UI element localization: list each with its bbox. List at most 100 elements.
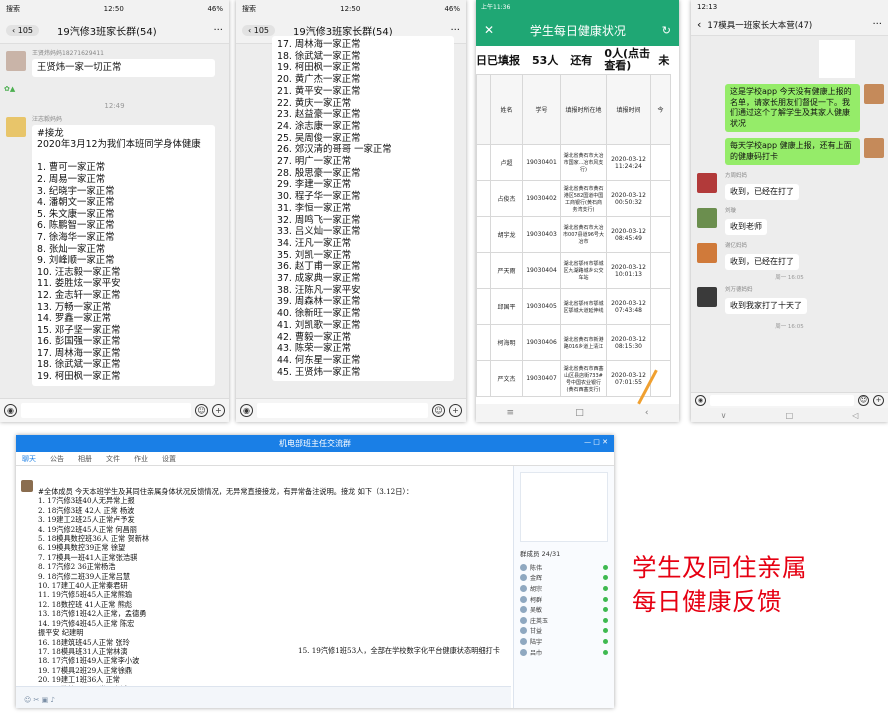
table-row[interactable]: 严文杰 19030407 湖北省黄石市西塞山区县店街733#号中国农业银行(黄石西塞…	[476, 360, 671, 397]
home-icon[interactable]: □	[786, 411, 794, 420]
sender-name: 谢亿妈妈	[725, 243, 748, 249]
tab-item[interactable]: 作业	[134, 454, 148, 464]
chat-body: 17. 周林海一家正常 18. 徐武斌一家正常 19. 柯田枫一家正常 20. …	[236, 36, 466, 398]
chat-bubble[interactable]: #接龙 2020年3月12为我们本班同学身体健康 1. 曹可一家正常 2. 周易…	[32, 124, 215, 386]
chat-body: 王贤炜妈妈18271629411 王贤炜一家一切正常 ✿▲ 12:49 汪志毅妈…	[0, 44, 229, 398]
member-item[interactable]: 柯群	[520, 594, 614, 605]
emoji-icon[interactable]: ☺	[195, 404, 208, 417]
more-icon[interactable]: ···	[872, 19, 882, 30]
table-row[interactable]: 卢超 19030401 湖北省黄石市大冶市国家...冶市风支行) 2020-03-12…	[476, 144, 671, 181]
avatar[interactable]	[6, 116, 26, 137]
online-status-icon	[603, 564, 608, 570]
message-input[interactable]	[21, 403, 191, 418]
tab-item[interactable]: 相册	[78, 454, 92, 464]
member-item[interactable]: 金辉	[520, 573, 614, 584]
name-cell: 邱国平	[490, 288, 523, 325]
plus-icon[interactable]: +	[449, 404, 462, 417]
back-button[interactable]: ‹ 105	[242, 25, 276, 36]
message-input[interactable]	[710, 395, 854, 406]
member-item[interactable]: 吕巾	[520, 647, 614, 658]
more-icon[interactable]: ···	[450, 25, 460, 36]
chat-bubble-self[interactable]: 每天学校app 健康上报，还有上面的健康码打卡	[725, 138, 860, 165]
tab-item[interactable]: 设置	[162, 454, 176, 464]
chat-bubble[interactable]: 17. 周林海一家正常 18. 徐武斌一家正常 19. 柯田枫一家正常 20. …	[272, 36, 454, 382]
table-row[interactable]: 占俊杰 19030402 湖北省黄石市黄石港区582国道中国工商银行(黄石商务湾支行…	[476, 180, 671, 217]
member-item[interactable]: 甘益	[520, 626, 614, 637]
chat-bubble[interactable]: 收到老师	[725, 219, 767, 235]
avatar[interactable]	[21, 480, 33, 492]
menu-icon[interactable]: ∨	[721, 411, 727, 420]
member-item[interactable]: 庄英玉	[520, 615, 614, 626]
emoji-icon[interactable]: ☺	[858, 395, 869, 406]
plus-icon[interactable]: +	[212, 404, 225, 417]
message-area: #全体成员 今天本班学生及其同住亲属身体状况反馈情况，无异常直接接龙，有异常备注…	[16, 475, 511, 686]
member-name: 胡宗	[530, 585, 543, 593]
member-item[interactable]: 陆宇	[520, 636, 614, 647]
chat-bubble-self[interactable]: 这是学校app 今天没有健康上报的名单，请家长朋友们督促一下。我们通过这个了解学…	[725, 84, 860, 132]
place-cell: 湖北省黄石市黄石港区582国道中国工商银行(黄石商务湾支行)	[560, 180, 607, 217]
message-line: 18. 17汽修1班49人正常李小波	[38, 656, 140, 666]
avatar[interactable]	[6, 51, 26, 71]
avatar[interactable]	[697, 173, 717, 193]
avatar[interactable]	[697, 287, 717, 307]
collage: 搜索 12:50 46% ‹ 105 19汽修3班家长群(54) ··· 王贤炜…	[0, 0, 888, 717]
name-cell: 胡宇龙	[490, 216, 523, 253]
back-icon[interactable]: ‹	[697, 18, 701, 31]
back-button[interactable]: ‹ 105	[6, 25, 40, 36]
chat-bubble[interactable]: 收到我家打了十天了	[725, 298, 807, 314]
column-header	[476, 74, 491, 145]
home-icon[interactable]: □	[575, 408, 584, 418]
chat-header: ‹ 105 19汽修3班家长群(54) ···	[0, 18, 229, 44]
refresh-icon[interactable]: ↻	[662, 24, 671, 37]
tab-item[interactable]: 文件	[106, 454, 120, 464]
emoji-icon[interactable]: ☺	[432, 404, 445, 417]
chat-bubble[interactable]: 王贤炜一家一切正常	[32, 59, 215, 77]
time-cell: 2020-03-12 00:50:32	[606, 180, 651, 217]
window-controls[interactable]: — □ ✕	[584, 438, 608, 446]
input-bar: ◉ ☺ +	[0, 398, 229, 422]
more-icon[interactable]: ···	[213, 25, 223, 36]
voice-icon[interactable]: ◉	[4, 404, 17, 417]
status-bar: 搜索 12:50 46%	[236, 0, 466, 18]
caption-line-1: 学生及同住亲属	[632, 553, 807, 582]
tab-item[interactable]: 公告	[50, 454, 64, 464]
input-bar: ◉ ☺ +	[236, 398, 466, 422]
member-avatar	[520, 606, 527, 614]
place-cell: 湖北省鄂州市鄂城区九湖路城乡公交车站	[560, 252, 607, 289]
chat-bubble[interactable]: 收到，已经在打了	[725, 184, 799, 200]
tab-item[interactable]: 聊天	[22, 454, 36, 464]
message-line: 3. 19建工2班25人正常卢予发	[38, 515, 135, 525]
back-icon[interactable]: ◁	[852, 411, 858, 420]
row-index	[476, 252, 491, 289]
toolbar-icon[interactable]: ☺ ✂ ▣ ♪	[24, 696, 55, 704]
avatar[interactable]	[864, 138, 884, 158]
table-row[interactable]: 严天雨 19030404 湖北省鄂州市鄂城区九湖路城乡公交车站 2020-03-12 …	[476, 252, 671, 289]
close-icon[interactable]: ✕	[484, 23, 494, 37]
avatar[interactable]	[864, 84, 884, 104]
chat-bubble[interactable]: 收到，已经在打了	[725, 254, 799, 270]
message-input[interactable]	[257, 403, 428, 418]
shared-image[interactable]	[819, 40, 855, 78]
voice-icon[interactable]: ◉	[240, 404, 253, 417]
menu-icon[interactable]: ≡	[507, 408, 515, 418]
table-row[interactable]: 邱国平 19030405 湖北省鄂州市鄂城区鄂城大道延伸线 2020-03-12 07…	[476, 288, 671, 325]
avatar[interactable]	[697, 243, 717, 263]
voice-icon[interactable]: ◉	[695, 395, 706, 406]
sender-name: 方周妈妈	[725, 173, 748, 179]
table-row[interactable]: 胡宇龙 19030403 湖北省黄石市大冶市007县道96号大冶市 2020-03-1…	[476, 216, 671, 253]
plus-icon[interactable]: +	[873, 395, 884, 406]
message-line: 13. 18汽修1班42人正常，孟德勇	[38, 609, 147, 619]
announcement-box	[520, 472, 608, 542]
member-item[interactable]: 胡宗	[520, 583, 614, 594]
nav-bar: ≡ □ ‹	[476, 404, 679, 422]
sender-name: 刘璇	[725, 208, 737, 214]
unreported-link[interactable]: 0人(点击查看)	[604, 48, 652, 72]
table-row[interactable]: 柯海明 19030406 湖北省黄石市新港路016乡道上清江 2020-03-12 0…	[476, 324, 671, 361]
back-icon[interactable]: ‹	[645, 408, 649, 418]
members-header: 群成员 24/31	[520, 550, 561, 558]
id-cell: 19030405	[522, 288, 561, 325]
avatar[interactable]	[697, 208, 717, 228]
window-titlebar: 机电部班主任交流群 — □ ✕	[16, 435, 614, 452]
member-item[interactable]: 吴敏	[520, 604, 614, 615]
member-item[interactable]: 陈伟	[520, 562, 614, 573]
